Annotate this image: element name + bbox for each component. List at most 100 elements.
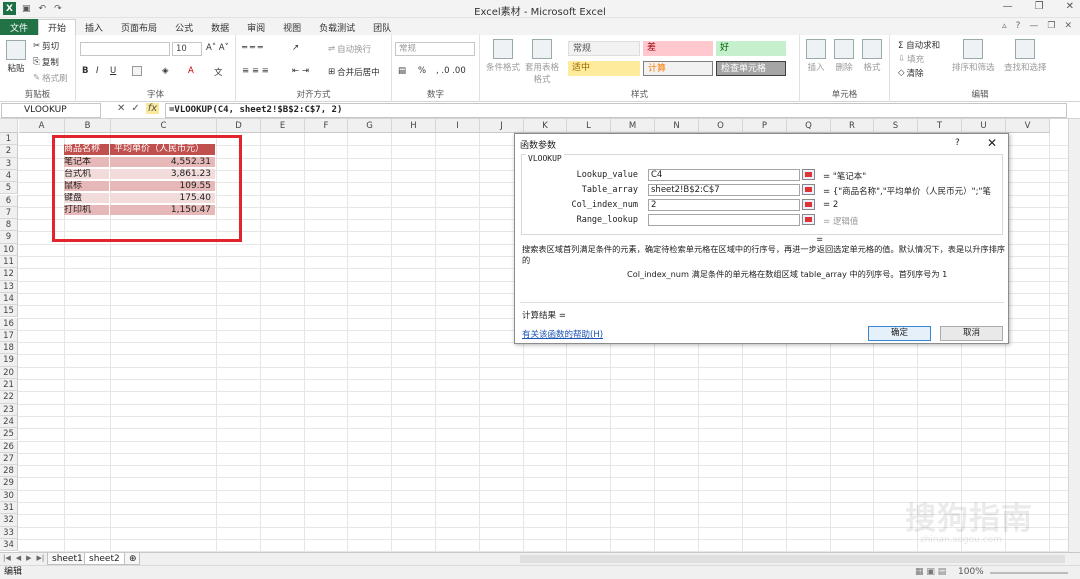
style-good[interactable]: 好 <box>716 41 786 56</box>
column-header[interactable]: V <box>1006 119 1050 133</box>
column-header[interactable]: C <box>111 119 217 133</box>
tab-view[interactable]: 视图 <box>274 19 310 35</box>
row-header[interactable]: 10 <box>0 243 18 256</box>
currency-icon[interactable]: ▤ <box>398 66 406 76</box>
column-header[interactable]: E <box>261 119 305 133</box>
row-header[interactable]: 4 <box>0 169 18 183</box>
column-header[interactable]: M <box>611 119 655 133</box>
prev-sheet-icon[interactable]: ◀ <box>16 554 21 562</box>
range-select-icon[interactable] <box>802 184 815 195</box>
format-as-table-button[interactable]: 套用表格格式 <box>524 39 560 85</box>
row-header[interactable]: 34 <box>0 538 18 552</box>
row-header[interactable]: 25 <box>0 428 18 441</box>
autosum-button[interactable]: Σ 自动求和 <box>898 39 940 51</box>
new-sheet-icon[interactable]: ⊕ <box>124 553 140 565</box>
column-header[interactable]: P <box>743 119 787 133</box>
column-header[interactable]: H <box>392 119 436 133</box>
row-header[interactable]: 20 <box>0 366 18 379</box>
row-header[interactable]: 28 <box>0 465 18 478</box>
row-header[interactable]: 19 <box>0 354 18 367</box>
comma-icon[interactable]: , .0 .00 <box>436 66 466 76</box>
format-cells-button[interactable]: 格式 <box>862 39 882 73</box>
confirm-formula-icon[interactable]: ✓ <box>131 103 139 114</box>
view-buttons[interactable]: ▦ ▣ ▤ <box>915 566 946 579</box>
orientation-icon[interactable]: ↗ <box>292 43 299 53</box>
help-icon[interactable]: ? <box>1016 21 1021 31</box>
style-normal[interactable]: 常规 <box>568 41 640 56</box>
tab-team[interactable]: 团队 <box>364 19 400 35</box>
find-select-button[interactable]: 查找和选择 <box>1004 39 1047 73</box>
conditional-format-button[interactable]: 条件格式 <box>486 39 520 73</box>
format-painter-button[interactable]: ✎ 格式刷 <box>33 72 68 84</box>
sort-filter-button[interactable]: 排序和筛选 <box>952 39 995 73</box>
next-sheet-icon[interactable]: ▶ <box>26 554 31 562</box>
indent-icon[interactable]: ⇤ ⇥ <box>292 66 309 76</box>
row-header[interactable]: 2 <box>0 145 18 158</box>
column-header[interactable]: J <box>480 119 524 133</box>
column-header[interactable]: L <box>567 119 611 133</box>
cut-button[interactable]: ✂ 剪切 <box>33 40 59 52</box>
range-select-icon[interactable] <box>802 214 815 225</box>
wb-minimize-icon[interactable]: — <box>1029 21 1038 31</box>
column-header[interactable]: I <box>436 119 480 133</box>
percent-button[interactable]: % <box>418 66 426 76</box>
tab-file[interactable]: 文件 <box>0 19 39 35</box>
arg-input-range-lookup[interactable] <box>648 214 800 226</box>
row-header[interactable]: 23 <box>0 403 18 416</box>
restore-icon[interactable]: ❐ <box>1035 1 1044 12</box>
undo-icon[interactable]: ↶ <box>39 4 47 14</box>
row-header[interactable]: 14 <box>0 292 18 306</box>
row-header[interactable]: 30 <box>0 489 18 502</box>
zoom-slider[interactable] <box>990 572 1068 574</box>
arg-input-lookup-value[interactable]: C4 <box>648 169 800 181</box>
row-header[interactable]: 26 <box>0 440 18 453</box>
horizontal-scrollbar[interactable] <box>520 555 1065 563</box>
column-header[interactable]: F <box>305 119 348 133</box>
clear-button[interactable]: ◇ 清除 <box>898 67 924 79</box>
tab-formulas[interactable]: 公式 <box>166 19 202 35</box>
copy-button[interactable]: ⎘ 复制 <box>33 56 59 68</box>
style-neutral[interactable]: 适中 <box>568 61 640 76</box>
fill-color-button[interactable]: ◈ <box>162 66 169 76</box>
row-header[interactable]: 18 <box>0 342 18 355</box>
column-header[interactable]: Q <box>787 119 831 133</box>
row-header[interactable]: 12 <box>0 268 18 281</box>
tab-data[interactable]: 数据 <box>202 19 238 35</box>
row-header[interactable]: 5 <box>0 182 18 195</box>
style-check-cell[interactable]: 检查单元格 <box>716 61 786 76</box>
close-window-icon[interactable]: ✕ <box>1066 1 1074 12</box>
column-header[interactable]: O <box>699 119 743 133</box>
last-sheet-icon[interactable]: ▶| <box>37 554 45 562</box>
sheet-tab-sheet1[interactable]: sheet1 <box>47 553 88 565</box>
range-select-icon[interactable] <box>802 199 815 210</box>
column-header[interactable]: K <box>524 119 567 133</box>
row-header[interactable]: 29 <box>0 477 18 490</box>
column-header[interactable]: G <box>348 119 392 133</box>
cancel-formula-icon[interactable]: ✕ <box>117 103 125 114</box>
row-header[interactable]: 13 <box>0 280 18 293</box>
phonetic-button[interactable]: 文 <box>214 66 223 78</box>
wb-close-icon[interactable]: ✕ <box>1064 21 1072 31</box>
font-name-select[interactable] <box>80 42 170 56</box>
row-header[interactable]: 9 <box>0 231 18 244</box>
row-header[interactable]: 21 <box>0 379 18 392</box>
delete-cells-button[interactable]: 删除 <box>834 39 854 73</box>
cancel-button[interactable]: 取消 <box>940 326 1003 341</box>
column-header[interactable]: S <box>874 119 918 133</box>
insert-function-icon[interactable]: fx <box>145 103 160 114</box>
column-header[interactable]: T <box>918 119 962 133</box>
column-header[interactable]: A <box>19 119 65 133</box>
insert-cells-button[interactable]: 插入 <box>806 39 826 73</box>
minimize-icon[interactable]: — <box>1003 1 1013 12</box>
tab-home[interactable]: 开始 <box>38 19 77 35</box>
tab-load-test[interactable]: 负载测试 <box>310 19 364 35</box>
row-header[interactable]: 17 <box>0 329 18 343</box>
tab-insert[interactable]: 插入 <box>76 19 112 35</box>
column-header[interactable]: D <box>217 119 261 133</box>
align-top-icon[interactable]: ═ ═ ═ <box>242 43 263 53</box>
name-box[interactable]: VLOOKUP <box>1 103 101 118</box>
vertical-scrollbar[interactable] <box>1068 119 1080 552</box>
row-header[interactable]: 1 <box>0 133 18 146</box>
dialog-help-button[interactable]: ? <box>955 138 960 148</box>
row-header[interactable]: 11 <box>0 256 18 269</box>
